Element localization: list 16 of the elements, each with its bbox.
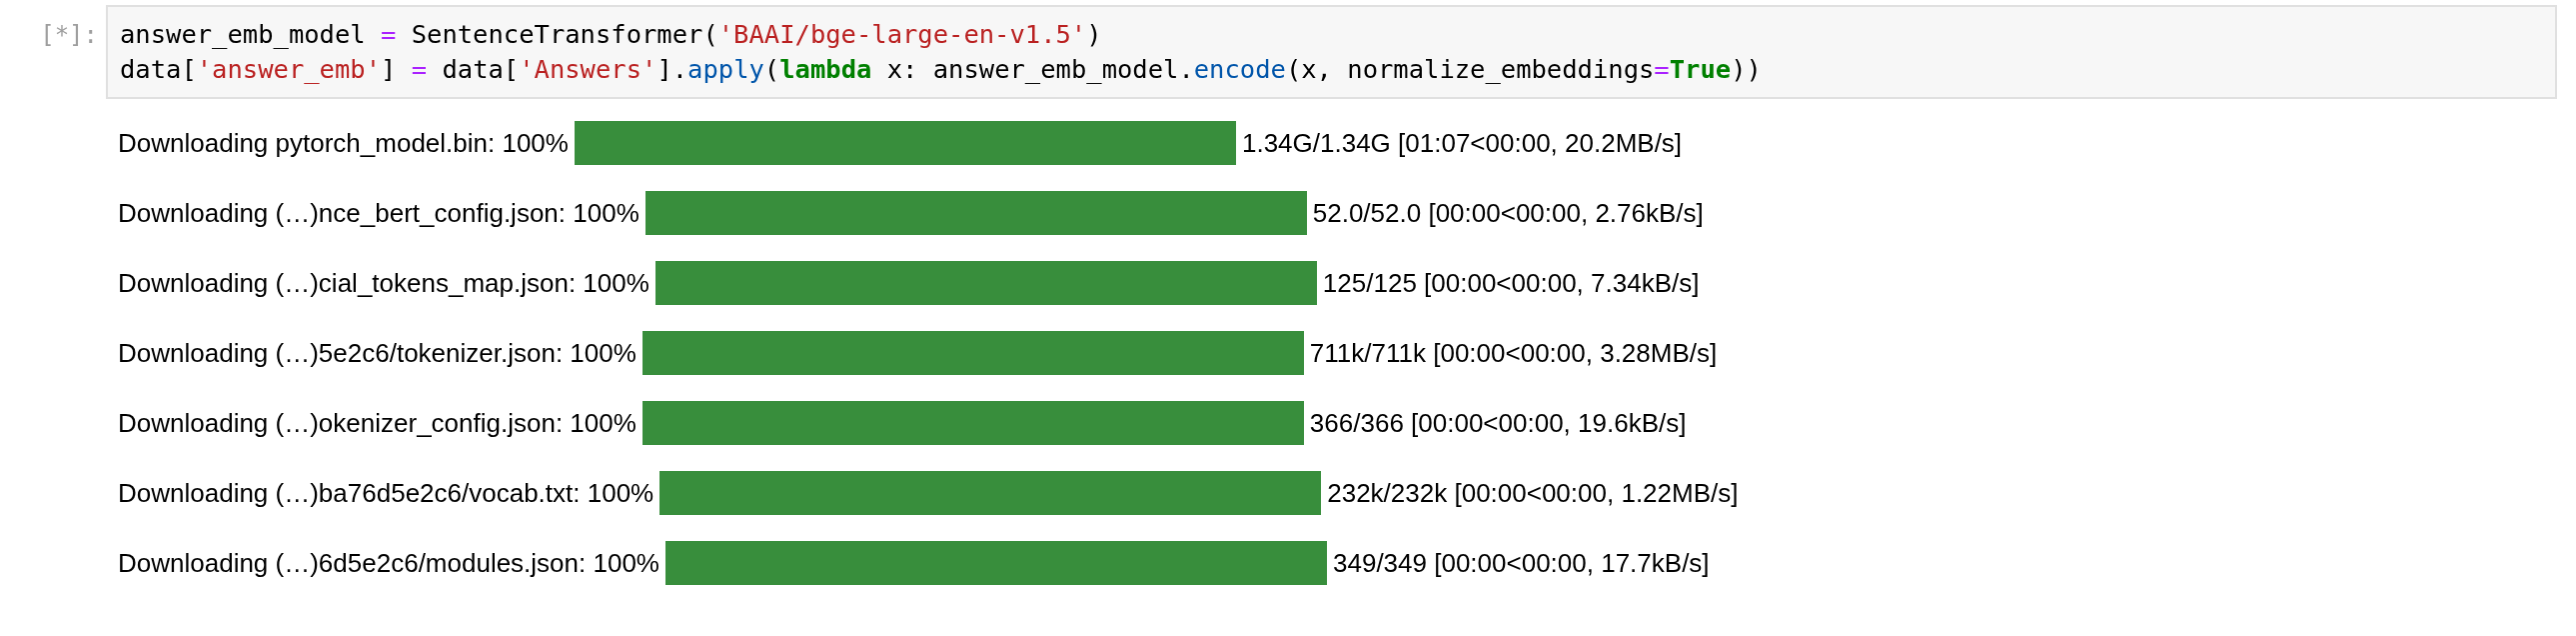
progress-reading: 366/366 [00:00<00:00, 19.6kB/s] — [1309, 407, 1687, 439]
progress-reading: 125/125 [00:00<00:00, 7.34kB/s] — [1322, 267, 1700, 299]
progress-label: Downloading (…)5e2c6/tokenizer.json: 100% — [118, 337, 637, 369]
progress-reading: 349/349 [00:00<00:00, 17.7kB/s] — [1333, 547, 1710, 579]
progress-label: Downloading (…)ba76d5e2c6/vocab.txt: 100% — [118, 477, 654, 509]
progress-label: Downloading (…)nce_bert_config.json: 100% — [118, 197, 640, 229]
cell-prompt: [*]: — [39, 20, 99, 49]
progress-label: Downloading (…)cial_tokens_map.json: 100% — [118, 267, 649, 299]
progress-reading: 1.34G/1.34G [01:07<00:00, 20.2MB/s] — [1241, 127, 1683, 159]
progress-label: Downloading (…)6d5e2c6/modules.json: 100% — [118, 547, 659, 579]
progress-reading: 52.0/52.0 [00:00<00:00, 2.76kB/s] — [1312, 197, 1704, 229]
progress-label: Downloading pytorch_model.bin: 100% — [118, 127, 569, 159]
progress-reading: 232k/232k [00:00<00:00, 1.22MB/s] — [1327, 477, 1739, 509]
code-cell[interactable]: answer_emb_model = SentenceTransformer('BAAI/bge-large-en-v1.5') data['answer_emb'] = data['Answers'].apply(lambda x: answer_emb_model.encode(x, normalize_embeddings=True)) — [106, 5, 2557, 99]
progress-reading: 711k/711k [00:00<00:00, 3.28MB/s] — [1309, 337, 1718, 369]
progress-label: Downloading (…)okenizer_config.json: 100% — [118, 407, 637, 439]
